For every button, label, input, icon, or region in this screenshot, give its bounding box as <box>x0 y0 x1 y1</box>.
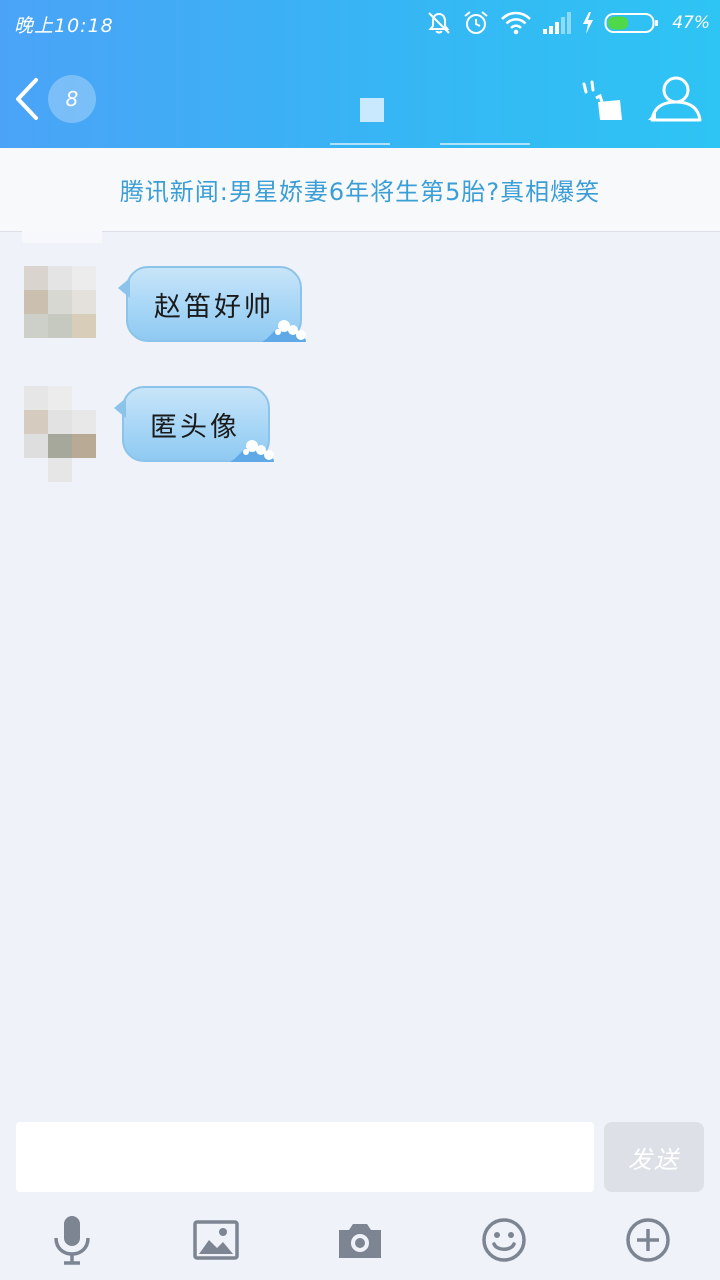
input-toolbar <box>0 1204 720 1280</box>
news-banner[interactable]: 腾讯新闻:男星娇妻6年将生第5胎?真相爆笑 <box>0 148 720 232</box>
charging-icon <box>582 11 594 35</box>
alarm-icon <box>462 9 490 37</box>
mute-bell-icon <box>426 10 452 36</box>
message-input[interactable] <box>16 1122 594 1192</box>
send-button[interactable]: 发送 <box>604 1122 704 1192</box>
image-icon <box>193 1220 239 1260</box>
image-button[interactable] <box>188 1212 244 1268</box>
profile-icon <box>648 76 702 122</box>
signal-icon <box>542 11 572 35</box>
battery-icon <box>604 11 660 35</box>
phone-button[interactable] <box>580 80 628 124</box>
unread-count-badge[interactable]: 8 <box>48 75 96 123</box>
message-bubble[interactable]: 赵笛好帅 <box>118 266 306 342</box>
camera-icon <box>339 1224 381 1258</box>
avatar[interactable] <box>24 386 96 482</box>
header: 晚上10:18 47% 8 <box>0 0 720 148</box>
back-button[interactable] <box>12 76 44 122</box>
news-banner-text[interactable]: 腾讯新闻:男星娇妻6年将生第5胎?真相爆笑 <box>120 172 600 207</box>
battery-percent: 47% <box>672 13 710 33</box>
microphone-icon <box>54 1216 90 1265</box>
banner-shadow <box>22 231 102 243</box>
camera-button[interactable] <box>332 1212 388 1268</box>
wave-decoration-icon <box>230 440 274 462</box>
voice-button[interactable] <box>44 1212 100 1268</box>
title-underline <box>330 143 390 145</box>
title-underline <box>440 143 530 145</box>
message-bubble[interactable]: 匿头像 <box>114 386 274 462</box>
wave-decoration-icon <box>262 320 306 342</box>
status-icons: 47% <box>426 8 710 38</box>
wifi-icon <box>500 10 532 36</box>
status-time: 晚上10:18 <box>14 15 114 37</box>
chat-title-redacted <box>360 98 384 122</box>
message-text: 赵笛好帅 <box>154 291 274 323</box>
emoji-button[interactable] <box>476 1212 532 1268</box>
chevron-left-icon <box>16 78 38 120</box>
phone-icon <box>582 80 622 120</box>
avatar[interactable] <box>24 266 96 362</box>
emoji-icon <box>482 1218 526 1262</box>
plus-icon <box>626 1218 670 1262</box>
profile-button[interactable] <box>646 72 702 124</box>
message-text: 匿头像 <box>150 411 240 443</box>
more-button[interactable] <box>620 1212 676 1268</box>
